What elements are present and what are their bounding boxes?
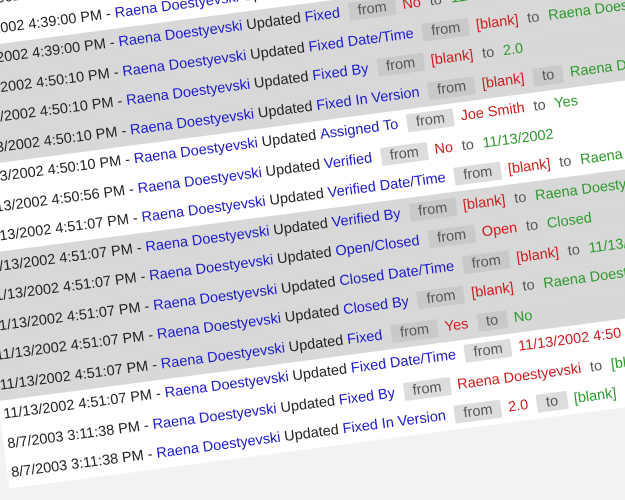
action-verb: Updated bbox=[249, 39, 306, 63]
history-list: 11/13/2002 4:39:00 PM - Raena Doestyevsk… bbox=[0, 0, 625, 489]
to-label: to bbox=[532, 97, 547, 115]
from-label: from bbox=[408, 197, 458, 222]
to-label: to bbox=[428, 0, 443, 10]
to-label: to bbox=[526, 9, 541, 27]
field-link[interactable]: Fixed By bbox=[338, 385, 396, 408]
from-label: from bbox=[453, 399, 503, 424]
action-verb: Updated bbox=[268, 186, 325, 210]
action-verb: Updated bbox=[280, 273, 337, 297]
to-label: to bbox=[589, 357, 604, 376]
new-value: [blank] bbox=[572, 385, 618, 408]
from-label: from bbox=[347, 0, 397, 22]
history-viewport: 11/13/2002 4:39:00 PM - Raena Doestyevsk… bbox=[0, 0, 625, 500]
new-value: Closed bbox=[545, 210, 593, 233]
new-value: Yes bbox=[553, 93, 580, 113]
old-value: [blank] bbox=[429, 47, 475, 69]
to-label: to bbox=[525, 217, 540, 235]
action-verb: Updated bbox=[283, 303, 341, 327]
old-value: 2.0 bbox=[507, 397, 530, 416]
field-link[interactable]: Fixed bbox=[346, 327, 383, 347]
new-value: No bbox=[512, 307, 534, 326]
action-verb: Updated bbox=[291, 361, 349, 385]
from-label: from bbox=[427, 224, 477, 249]
from-label: from bbox=[390, 318, 440, 343]
old-value: [blank] bbox=[480, 70, 526, 92]
old-value: [blank] bbox=[515, 244, 560, 266]
field-link[interactable]: Closed By bbox=[342, 294, 410, 318]
new-value: 2.0 bbox=[502, 40, 525, 60]
from-label: from bbox=[421, 17, 471, 42]
from-label: from bbox=[402, 376, 452, 401]
field-link[interactable]: Fixed By bbox=[311, 61, 369, 84]
to-label: to bbox=[460, 136, 475, 155]
old-value: No bbox=[433, 139, 454, 158]
to-label: to bbox=[476, 309, 509, 332]
action-verb: Updated bbox=[287, 332, 345, 356]
from-label: from bbox=[406, 108, 455, 133]
old-value: Joe Smith bbox=[459, 100, 526, 125]
new-value: Raena D bbox=[568, 57, 625, 81]
from-label: from bbox=[416, 285, 466, 310]
field-link[interactable]: Assigned To bbox=[319, 117, 399, 143]
field-link[interactable]: Verified bbox=[323, 150, 373, 172]
old-value: [blank] bbox=[507, 156, 552, 178]
action-verb: Updated bbox=[245, 10, 302, 34]
new-value: 11/13/2002 bbox=[587, 231, 625, 257]
to-label: to bbox=[558, 153, 573, 172]
old-value: [blank] bbox=[461, 192, 507, 214]
to-label: to bbox=[481, 44, 496, 63]
to-label: to bbox=[566, 241, 581, 260]
old-value: Open bbox=[480, 220, 519, 241]
new-value: 11/13/2002 bbox=[481, 126, 555, 152]
action-verb: Updated bbox=[272, 215, 329, 239]
to-label: to bbox=[513, 189, 528, 207]
from-label: from bbox=[427, 76, 477, 101]
action-verb: Updated bbox=[260, 127, 318, 151]
old-value: [blank] bbox=[475, 11, 520, 34]
action-verb: Updated bbox=[264, 156, 322, 180]
field-link[interactable]: Open/Closed bbox=[335, 233, 421, 260]
action-verb: Updated bbox=[253, 69, 310, 93]
from-label: from bbox=[461, 250, 511, 275]
action-verb: Updated bbox=[279, 393, 336, 417]
to-label: to bbox=[536, 391, 569, 414]
old-value: No bbox=[401, 0, 422, 14]
from-label: from bbox=[376, 53, 426, 77]
action-verb: Updated bbox=[256, 98, 314, 122]
old-value: Yes bbox=[443, 315, 470, 335]
field-link[interactable]: Fixed In Version bbox=[342, 408, 447, 437]
to-label: to bbox=[521, 277, 536, 295]
old-value: [blank] bbox=[470, 280, 515, 302]
new-value: [blank] bbox=[609, 351, 625, 373]
to-label: to bbox=[532, 64, 565, 87]
action-verb: Updated bbox=[283, 422, 340, 446]
from-label: from bbox=[463, 339, 513, 364]
action-verb: Updated bbox=[242, 0, 298, 4]
field-link[interactable]: Fixed bbox=[304, 6, 341, 26]
action-verb: Updated bbox=[276, 244, 333, 268]
from-label: from bbox=[379, 141, 429, 166]
field-link[interactable]: Verified By bbox=[331, 206, 402, 231]
from-label: from bbox=[453, 161, 503, 186]
new-value: Raena Doestyevski bbox=[547, 0, 625, 24]
